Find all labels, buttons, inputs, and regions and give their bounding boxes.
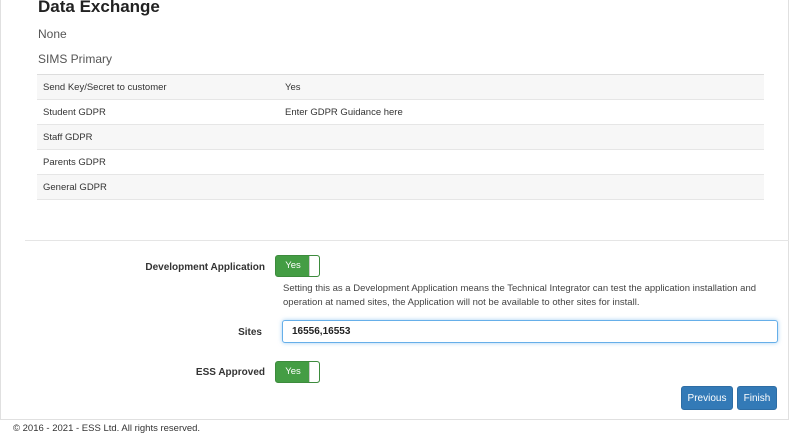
ess-approved-toggle-label: Yes	[285, 366, 301, 377]
subtitle-none: None	[38, 27, 67, 41]
table-row: Student GDPR Enter GDPR Guidance here	[37, 100, 764, 125]
dev-app-toggle[interactable]: Yes	[275, 255, 320, 277]
subtitle-product: SIMS Primary	[38, 52, 113, 66]
copyright-footer: © 2016 - 2021 - ESS Ltd. All rights rese…	[13, 423, 201, 434]
dev-app-toggle-label: Yes	[285, 260, 301, 271]
dev-app-help-text: Setting this as a Development Applicatio…	[283, 283, 757, 308]
row-value: Enter GDPR Guidance here	[285, 106, 403, 118]
toggle-knob	[309, 256, 319, 276]
row-value: Yes	[285, 81, 301, 93]
row-key: Send Key/Secret to customer	[43, 81, 167, 93]
table-row: Parents GDPR	[37, 150, 764, 175]
finish-button[interactable]: Finish	[737, 386, 777, 410]
ess-approved-toggle[interactable]: Yes	[275, 361, 320, 383]
previous-button[interactable]: Previous	[681, 386, 733, 410]
page-title: Data Exchange	[38, 0, 160, 16]
dev-app-label: Development Application	[145, 262, 265, 273]
ess-approved-label: ESS Approved	[195, 367, 265, 378]
sites-input[interactable]	[282, 320, 778, 343]
section-divider	[25, 240, 789, 241]
sites-label: Sites	[238, 327, 262, 338]
row-key: Student GDPR	[43, 106, 106, 118]
details-table: Send Key/Secret to customer Yes Student …	[37, 74, 764, 200]
wizard-panel	[0, 0, 789, 420]
table-row: Staff GDPR	[37, 125, 764, 150]
table-row: General GDPR	[37, 175, 764, 200]
table-row: Send Key/Secret to customer Yes	[37, 75, 764, 100]
row-key: General GDPR	[43, 181, 107, 193]
toggle-knob	[309, 362, 319, 382]
row-key: Staff GDPR	[43, 131, 93, 143]
row-key: Parents GDPR	[43, 156, 106, 168]
